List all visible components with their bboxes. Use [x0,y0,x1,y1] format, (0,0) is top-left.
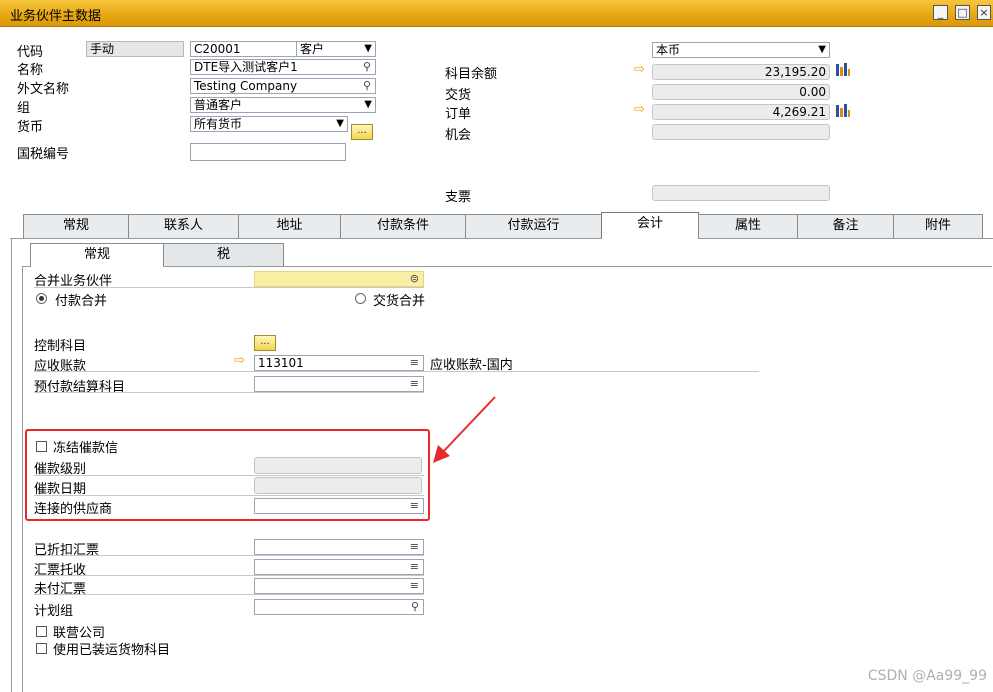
unpaid-bills-field[interactable]: ≡ [254,578,424,594]
link-arrow-icon[interactable]: ⇨ [634,102,645,117]
planning-group-field[interactable]: ⚲ [254,599,424,615]
subtab-general[interactable]: 常规 [30,243,164,267]
control-account-button[interactable]: ... [254,335,276,351]
list-icon: ≡ [409,560,419,573]
consolidate-bp-field[interactable]: ⊜ [254,271,424,287]
subtab-tax[interactable]: 税 [163,243,284,266]
minimize-button[interactable]: _ [933,5,948,20]
delivery-consolidation-label: 交货合并 [373,294,426,309]
payment-consolidation-label: 付款合并 [55,294,108,309]
balance-field: 23,195.20 [652,64,830,80]
row-underline [34,287,424,288]
row-underline [34,594,424,595]
use-shipped-goods-checkbox[interactable] [36,643,47,654]
tab-payment-terms[interactable]: 付款条件 [340,214,466,238]
list-icon: ≡ [409,579,419,592]
tax-id-field[interactable] [190,143,346,161]
highlight-box [25,429,430,521]
payment-consolidation-radio[interactable] [36,293,47,304]
planning-group-label: 计划组 [34,604,74,619]
link-arrow-icon[interactable]: ⇨ [634,62,645,77]
opportunity-field [652,124,830,140]
subtab-divider [22,266,992,267]
bar-chart-icon[interactable] [835,62,851,81]
row-underline [34,555,424,556]
affiliate-checkbox[interactable] [36,626,47,637]
delivery-field: 0.00 [652,84,830,100]
window-title: 业务伙伴主数据 [10,9,102,24]
bar-chart-icon[interactable] [835,103,851,122]
discounted-bills-field[interactable]: ≡ [254,539,424,555]
link-icon: ⚲ [362,60,371,73]
foreign-name-field[interactable]: Testing Company ⚲ [190,78,376,94]
window-title-bar [0,0,993,27]
code-field[interactable]: C20001 [190,41,298,57]
tab-accounting[interactable]: 会计 [601,212,699,239]
tab-general[interactable]: 常规 [23,214,129,238]
chevron-down-icon: ▼ [364,99,372,110]
group-select[interactable]: 普通客户 ▼ [190,97,376,113]
tab-payment-run[interactable]: 付款运行 [465,214,602,238]
delivery-consolidation-radio[interactable] [355,293,366,304]
currency-label: 货币 [17,120,44,135]
tab-attachments[interactable]: 附件 [893,214,983,238]
order-field: 4,269.21 [652,104,830,120]
tab-remarks[interactable]: 备注 [797,214,894,238]
link-icon: ⚲ [410,600,419,613]
chevron-down-icon: ▼ [818,44,826,55]
order-label: 订单 [445,107,472,122]
use-shipped-goods-label: 使用已装运货物科目 [53,643,171,658]
chevron-down-icon: ▼ [336,118,344,129]
list-icon: ≡ [409,540,419,553]
ar-account-field[interactable]: 113101 ≡ [254,355,424,371]
name-label: 名称 [17,63,44,78]
currency-type-select[interactable]: 本币 ▼ [652,42,830,58]
foreign-name-label: 外文名称 [17,82,70,97]
annotation-arrow-icon [433,396,496,463]
tab-address[interactable]: 地址 [238,214,341,238]
code-mode-field[interactable]: 手动 [86,41,184,57]
active-tab-gap [602,237,698,240]
down-payment-field[interactable]: ≡ [254,376,424,392]
row-underline [34,575,424,576]
list-icon: ≡ [409,377,419,390]
opportunity-label: 机会 [445,128,472,143]
row-underline [34,392,424,393]
link-icon: ⚲ [362,79,371,92]
active-subtab-gap [31,265,163,267]
check-label: 支票 [445,190,472,205]
chevron-down-icon: ▼ [364,43,372,54]
bp-type-select[interactable]: 客户 ▼ [296,41,376,57]
subtab-panel-border [22,266,23,692]
maximize-button[interactable]: □ [955,5,970,20]
balance-label: 科目余额 [445,67,498,82]
link-arrow-icon[interactable]: ⇨ [234,353,245,368]
control-account-label: 控制科目 [34,339,87,354]
delivery-label: 交货 [445,88,472,103]
search-icon: ⊜ [409,272,419,285]
tab-contacts[interactable]: 联系人 [128,214,239,238]
close-button[interactable]: × [977,5,991,20]
watermark: CSDN @Aa99_99 [867,668,987,684]
currency-select[interactable]: 所有货币 ▼ [190,116,348,132]
group-label: 组 [17,101,31,116]
currency-choose-button[interactable]: ... [351,124,373,140]
list-icon: ≡ [409,356,419,369]
bills-collection-field[interactable]: ≡ [254,559,424,575]
tax-id-label: 国税编号 [17,147,70,162]
check-field [652,185,830,201]
tab-properties[interactable]: 属性 [698,214,798,238]
name-field[interactable]: DTE导入测试客户1 ⚲ [190,59,376,75]
code-label: 代码 [17,45,44,60]
row-underline [34,371,759,372]
